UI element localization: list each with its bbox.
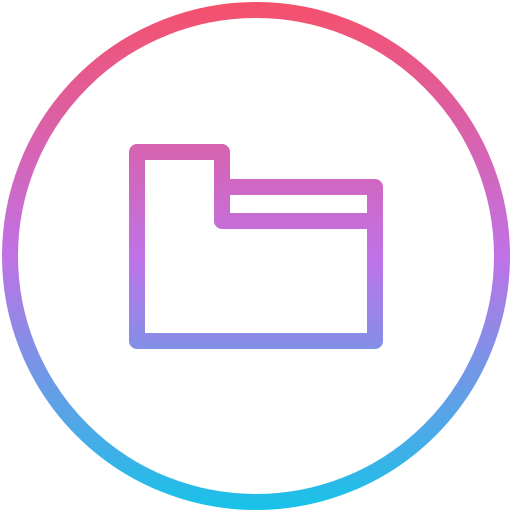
icon-canvas: [0, 0, 512, 512]
folder-circle-icon: [2, 2, 510, 510]
folder-icon: [129, 144, 383, 349]
outer-ring: [2, 2, 510, 510]
